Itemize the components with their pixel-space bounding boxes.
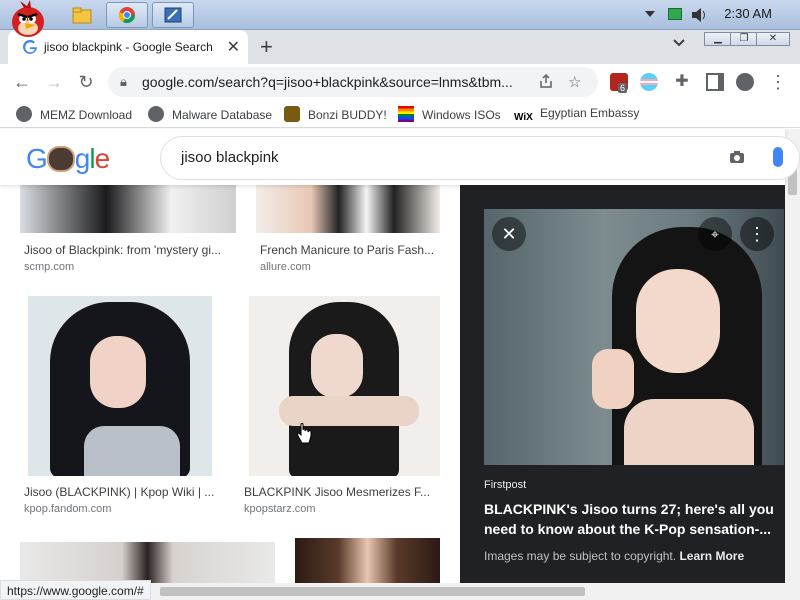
globe-icon: [16, 106, 32, 122]
microphone-icon[interactable]: [773, 147, 783, 167]
result-image[interactable]: [249, 296, 440, 476]
address-url[interactable]: google.com/search?q=jisoo+blackpink&sour…: [142, 74, 522, 90]
result-caption[interactable]: French Manicure to Paris Fash...: [260, 243, 434, 257]
bookmark-memz[interactable]: MEMZ Download: [16, 106, 132, 122]
rainbow-flag-icon: [398, 106, 414, 122]
maximize-button[interactable]: ❐: [730, 32, 758, 46]
copyright-notice: Images may be subject to copyright. Lear…: [484, 549, 744, 563]
status-url-bubble: https://www.google.com/#: [0, 580, 151, 600]
wix-icon: WiX: [514, 112, 533, 123]
bookmark-windows-isos[interactable]: Windows ISOs: [398, 106, 501, 122]
result-image[interactable]: [20, 542, 275, 583]
bookmark-label: Egyptian Embassy: [540, 106, 640, 120]
ublock-extension-icon[interactable]: 6: [610, 73, 628, 93]
horizontal-scroll-thumb[interactable]: [160, 587, 585, 596]
result-source: allure.com: [260, 261, 311, 273]
paint-icon: [164, 7, 182, 23]
google-header: Ggle jisoo blackpink: [0, 129, 800, 185]
tray-clock[interactable]: 2:30 AM: [724, 6, 772, 21]
tray-arrow-icon[interactable]: [644, 9, 656, 19]
bookmark-label: MEMZ Download: [40, 108, 133, 122]
globe-icon: [148, 106, 164, 122]
image-preview-panel: ✕ ⌖ ⋮ Firstpost BLACKPINK's Jisoo turns …: [460, 185, 785, 583]
lens-search-icon[interactable]: ⌖: [698, 217, 732, 251]
flag-extension-icon[interactable]: [640, 73, 658, 91]
more-options-icon[interactable]: ⋮: [740, 217, 774, 251]
back-arrow-icon[interactable]: ←: [12, 72, 32, 92]
bookmark-egyptian-embassy[interactable]: WiX Egyptian Embassy: [514, 106, 639, 128]
extension-badge: 6: [618, 83, 628, 93]
result-source: scmp.com: [24, 261, 75, 273]
result-caption[interactable]: BLACKPINK Jisoo Mesmerizes F...: [244, 485, 430, 499]
result-image[interactable]: [28, 296, 212, 476]
minimize-button[interactable]: ▁: [704, 32, 732, 46]
new-tab-button[interactable]: +: [260, 34, 273, 60]
share-icon[interactable]: [538, 73, 554, 89]
volume-icon[interactable]: [690, 7, 708, 23]
forward-arrow-icon[interactable]: →: [44, 72, 64, 92]
result-source: kpopstarz.com: [244, 503, 316, 515]
close-window-button[interactable]: ✕: [756, 32, 790, 46]
bookmark-bonzi-buddy[interactable]: Bonzi BUDDY!: [284, 106, 387, 122]
bookmarks-bar: MEMZ Download Malware Database Bonzi BUD…: [0, 100, 800, 128]
hand-cursor-icon: [297, 423, 312, 444]
image-results-grid: Jisoo of Blackpink: from 'mystery gi... …: [0, 185, 460, 583]
result-image[interactable]: [295, 538, 440, 583]
browser-toolbar: ← → ↻ 🔒︎ google.com/search?q=jisoo+black…: [0, 64, 800, 100]
result-source: kpop.fandom.com: [24, 503, 112, 515]
tab-title: jisoo blackpink - Google Search: [44, 40, 213, 54]
windows-taskbar: 2:30 AM: [0, 0, 800, 30]
bookmark-label: Bonzi BUDDY!: [308, 108, 387, 122]
search-query[interactable]: jisoo blackpink: [181, 149, 279, 166]
preview-source[interactable]: Firstpost: [484, 479, 526, 491]
google-search-box[interactable]: jisoo blackpink: [160, 136, 800, 180]
result-image[interactable]: [20, 185, 236, 233]
tab-close-icon[interactable]: ✕: [227, 37, 240, 57]
angry-bird-icon: [12, 0, 44, 37]
google-favicon-icon: [23, 39, 37, 54]
folder-icon: [72, 7, 92, 24]
reload-icon[interactable]: ↻: [76, 72, 96, 92]
taskbar-chrome-button[interactable]: [106, 2, 148, 28]
close-preview-icon[interactable]: ✕: [492, 217, 526, 251]
profile-avatar-icon[interactable]: [736, 73, 754, 91]
result-caption[interactable]: Jisoo of Blackpink: from 'mystery gi...: [24, 243, 221, 257]
vertical-scrollbar[interactable]: [785, 129, 800, 583]
bookmark-label: Malware Database: [172, 108, 273, 122]
address-bar[interactable]: 🔒︎ google.com/search?q=jisoo+blackpink&s…: [108, 67, 598, 97]
side-panel-icon[interactable]: [706, 73, 724, 91]
taskbar-folder-button[interactable]: [62, 2, 100, 28]
camera-search-icon[interactable]: [729, 150, 745, 164]
bookmark-malware-database[interactable]: Malware Database: [148, 106, 272, 122]
bookmark-star-icon[interactable]: ☆: [568, 73, 581, 91]
menu-kebab-icon[interactable]: ⋮: [768, 72, 788, 92]
preview-title[interactable]: BLACKPINK's Jisoo turns 27; here's all y…: [484, 499, 784, 539]
preview-image[interactable]: [484, 209, 784, 465]
bonzi-icon: [284, 106, 300, 122]
network-icon[interactable]: [668, 8, 682, 20]
google-doodle-logo[interactable]: Ggle: [26, 143, 110, 175]
copyright-text: Images may be subject to copyright.: [484, 549, 677, 563]
extensions-puzzle-icon[interactable]: ✚: [672, 72, 692, 92]
chrome-icon: [118, 7, 136, 24]
result-image[interactable]: [256, 185, 440, 233]
result-caption[interactable]: Jisoo (BLACKPINK) | Kpop Wiki | ...: [24, 485, 214, 499]
tab-strip: jisoo blackpink - Google Search ✕ + ▁ ❐ …: [0, 30, 800, 64]
lock-icon: 🔒︎: [120, 74, 127, 89]
learn-more-link[interactable]: Learn More: [679, 549, 744, 563]
taskbar-paint-button[interactable]: [152, 2, 194, 28]
tab-search-icon[interactable]: [672, 38, 686, 48]
bookmark-label: Windows ISOs: [422, 108, 501, 122]
